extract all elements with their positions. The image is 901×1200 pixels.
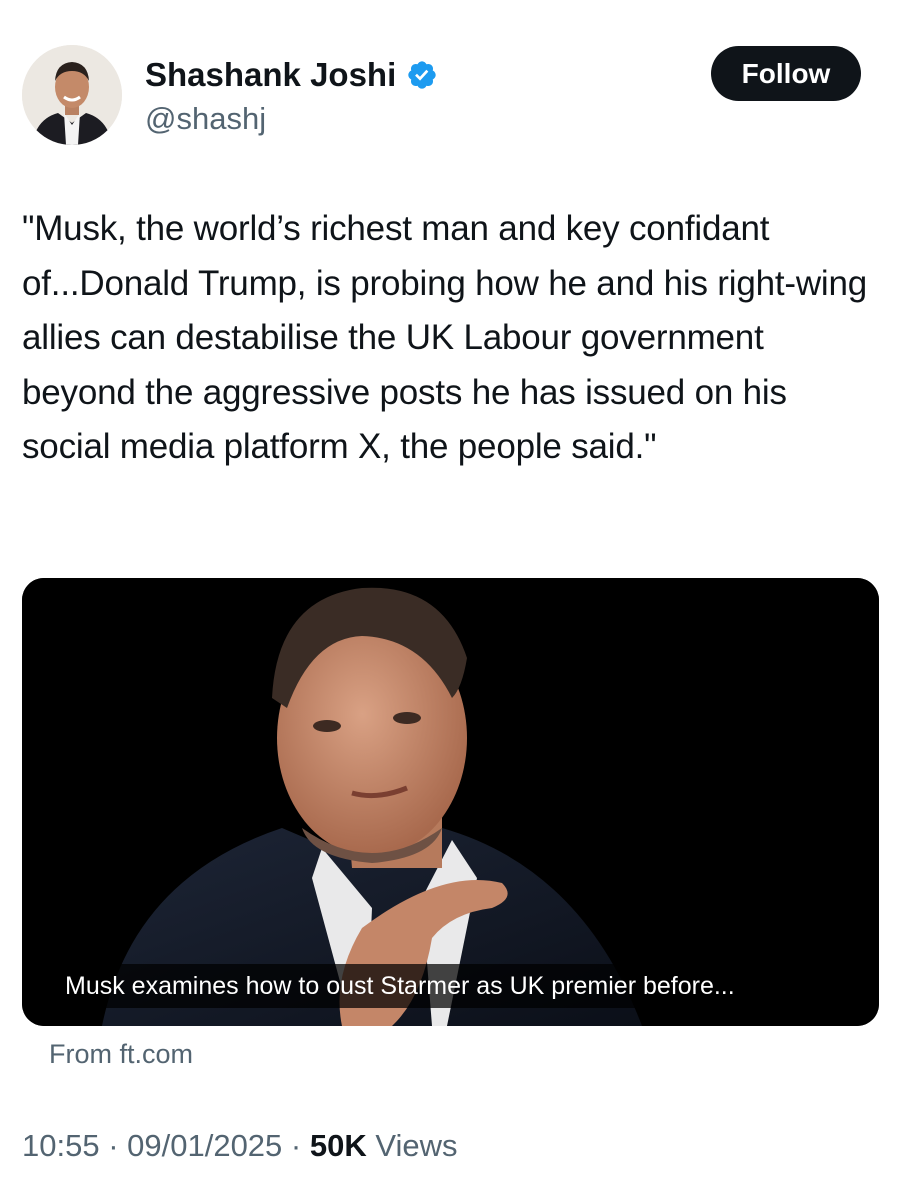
tweet-meta: 10:55 · 09/01/2025 · 50K Views	[22, 1126, 457, 1166]
link-card-image	[22, 578, 879, 1026]
tweet-text: "Musk, the world’s richest man and key c…	[22, 209, 868, 466]
avatar-photo	[22, 45, 122, 145]
follow-button[interactable]: Follow	[711, 46, 861, 101]
verified-badge-icon[interactable]	[406, 59, 438, 91]
author-handle[interactable]: @shashj	[145, 100, 266, 138]
meta-separator: ·	[99, 1128, 128, 1163]
views-label: Views	[366, 1128, 458, 1163]
link-card[interactable]: Musk examines how to oust Starmer as UK …	[22, 578, 879, 1026]
author-name[interactable]: Shashank Joshi	[145, 55, 396, 95]
link-card-source[interactable]: From ft.com	[49, 1036, 193, 1072]
avatar[interactable]	[22, 45, 122, 145]
tweet-date[interactable]: 09/01/2025	[127, 1128, 282, 1163]
meta-separator: ·	[282, 1128, 310, 1163]
link-card-headline[interactable]: Musk examines how to oust Starmer as UK …	[55, 964, 745, 1008]
views-count[interactable]: 50K	[310, 1128, 367, 1163]
tweet-time[interactable]: 10:55	[22, 1128, 100, 1163]
author-name-row[interactable]: Shashank Joshi	[145, 55, 438, 95]
